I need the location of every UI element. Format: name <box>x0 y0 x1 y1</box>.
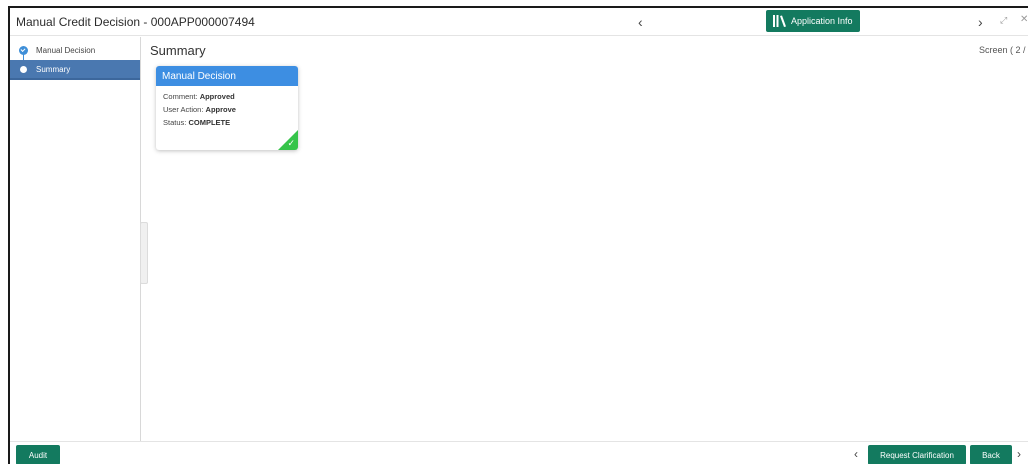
window-title: Manual Credit Decision - 000APP000007494 <box>16 15 255 29</box>
library-icon <box>773 15 786 27</box>
sidebar-item-label: Manual Decision <box>36 45 96 55</box>
current-step-icon <box>20 65 27 73</box>
sidebar-item-label: Summary <box>36 64 71 74</box>
back-button[interactable]: Back <box>970 445 1012 464</box>
user-action-value: Approve <box>205 105 236 114</box>
screen-indicator: Screen ( 2 / 2 <box>979 45 1028 55</box>
comment-value: Approved <box>199 92 235 101</box>
status-value: COMPLETE <box>188 118 231 127</box>
card-title: Manual Decision <box>156 66 298 86</box>
expand-icon[interactable]: ⤢ <box>1000 15 1007 26</box>
request-clarification-button[interactable]: Request Clarification <box>868 445 966 464</box>
sidebar: Manual Decision Summary <box>10 37 141 441</box>
sidebar-item-summary[interactable]: Summary <box>10 60 140 80</box>
header-bar: Manual Credit Decision - 000APP000007494… <box>10 8 1028 36</box>
application-window: Manual Credit Decision - 000APP000007494… <box>8 6 1028 464</box>
chevron-right-icon[interactable]: › <box>1017 447 1021 461</box>
close-icon[interactable]: ✕ <box>1020 14 1028 25</box>
application-info-button[interactable]: Application Info <box>766 10 860 32</box>
panel-splitter-handle[interactable] <box>140 222 148 284</box>
sidebar-item-manual-decision[interactable]: Manual Decision <box>10 40 140 60</box>
chevron-right-icon[interactable]: › <box>978 14 983 30</box>
comment-row: Comment: Approved <box>163 90 298 103</box>
user-action-row: User Action: Approve <box>163 103 298 116</box>
checkmark-icon: ✓ <box>287 138 295 148</box>
application-info-label: Application Info <box>791 16 853 26</box>
chevron-left-icon[interactable]: ‹ <box>854 447 858 461</box>
card-body: Comment: Approved User Action: Approve S… <box>156 86 298 129</box>
audit-button[interactable]: Audit <box>16 445 60 464</box>
footer-bar: Audit ‹ Request Clarification Back › <box>10 441 1028 464</box>
check-circle-icon <box>19 45 28 55</box>
status-label: Status: <box>163 118 187 127</box>
status-row: Status: COMPLETE <box>163 116 298 129</box>
manual-decision-summary-card[interactable]: Manual Decision Comment: Approved User A… <box>156 66 298 150</box>
chevron-left-icon[interactable]: ‹ <box>638 14 643 30</box>
page-title: Summary <box>150 43 206 58</box>
comment-label: Comment: <box>163 92 198 101</box>
user-action-label: User Action: <box>163 105 204 114</box>
